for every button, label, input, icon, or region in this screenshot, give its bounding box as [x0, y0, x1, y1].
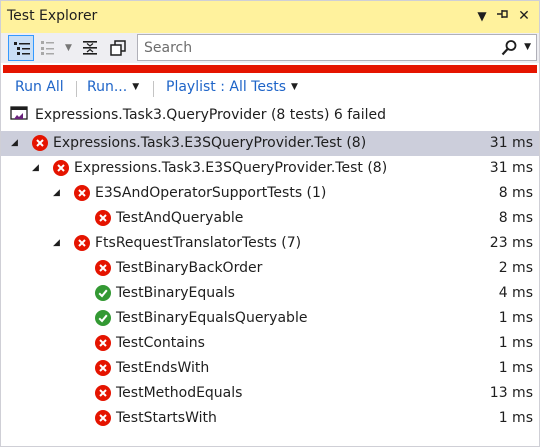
command-bar: Run All Run... ▼ Playlist : All Tests ▼: [1, 75, 539, 101]
test-duration: 13 ms: [489, 385, 533, 401]
test-name: Expressions.Task3.E3SQueryProvider.Test …: [53, 135, 367, 151]
test-summary: Expressions.Task3.QueryProvider (8 tests…: [1, 101, 539, 129]
copy-icon: [110, 40, 126, 56]
expand-arrow-icon[interactable]: ◢: [53, 188, 60, 198]
test-duration: 31 ms: [489, 135, 533, 151]
test-name: FtsRequestTranslatorTests (7): [95, 235, 302, 251]
expand-arrow-icon[interactable]: ◢: [11, 138, 18, 148]
test-duration: 2 ms: [498, 260, 533, 276]
tree-row[interactable]: ◢ E3SAndOperatorSupportTests (1) 8 ms: [1, 181, 539, 206]
test-duration: 8 ms: [498, 185, 533, 201]
failed-icon: [74, 185, 90, 201]
tree-row[interactable]: ◢ Expressions.Task3.E3SQueryProvider.Test…: [1, 156, 539, 181]
tree-row[interactable]: ◢ FtsRequestTranslatorTests (7) 23 ms: [1, 231, 539, 256]
test-duration: 1 ms: [498, 410, 533, 426]
window-title: Test Explorer: [7, 8, 98, 24]
search-icon[interactable]: [500, 39, 518, 61]
expand-arrow-icon[interactable]: ◢: [32, 163, 39, 173]
test-name: TestBinaryEqualsQueryable: [116, 310, 308, 326]
test-duration: 1 ms: [498, 360, 533, 376]
dropdown-arrow-icon[interactable]: ▼: [473, 7, 491, 25]
failed-icon: [32, 135, 48, 151]
search-input[interactable]: [142, 38, 486, 58]
chevron-down-icon: ▼: [132, 82, 140, 92]
passed-icon: [95, 310, 111, 326]
copy-button[interactable]: [105, 35, 131, 61]
playlist-label: Playlist : All Tests: [166, 79, 287, 95]
tree-row[interactable]: TestBinaryEquals 4 ms: [1, 281, 539, 306]
tree-row[interactable]: TestEndsWith 1 ms: [1, 356, 539, 381]
tree-row[interactable]: TestAndQueryable 8 ms: [1, 206, 539, 231]
run-link[interactable]: Run... ▼: [87, 79, 139, 95]
tree-row[interactable]: TestBinaryEqualsQueryable 1 ms: [1, 306, 539, 331]
test-duration: 8 ms: [498, 210, 533, 226]
test-name: TestStartsWith: [116, 410, 217, 426]
chevron-down-icon[interactable]: ▼: [65, 43, 72, 53]
title-bar: Test Explorer ▼ ✕: [1, 1, 539, 33]
group-by-class-icon: [41, 41, 54, 55]
expand-arrow-icon[interactable]: ◢: [53, 238, 60, 248]
failed-icon: [95, 210, 111, 226]
run-progress-bar: [3, 65, 537, 73]
tree-row[interactable]: ◢ Expressions.Task3.E3SQueryProvider.Test…: [1, 131, 539, 156]
test-name: TestEndsWith: [116, 360, 210, 376]
test-duration: 1 ms: [498, 310, 533, 326]
playlist-link[interactable]: Playlist : All Tests ▼: [166, 79, 298, 95]
test-name: TestBinaryEquals: [116, 285, 235, 301]
tree-row[interactable]: TestStartsWith 1 ms: [1, 406, 539, 431]
chevron-down-icon: ▼: [291, 82, 298, 92]
expand-collapse-button[interactable]: [77, 35, 103, 61]
separator: [76, 81, 77, 97]
test-name: TestBinaryBackOrder: [116, 260, 263, 276]
failed-icon: [95, 260, 111, 276]
expand-collapse-icon: [83, 41, 97, 55]
failed-icon: [95, 360, 111, 376]
test-name: TestContains: [116, 335, 205, 351]
summary-text: Expressions.Task3.QueryProvider (8 tests…: [35, 107, 387, 123]
failed-icon: [74, 235, 90, 251]
group-by-class-button[interactable]: [36, 35, 62, 61]
test-explorer-window: Test Explorer ▼ ✕ ▼ Search ▼ Run All Run…: [0, 0, 540, 447]
failed-icon: [53, 160, 69, 176]
passed-icon: [95, 285, 111, 301]
test-duration: 1 ms: [498, 335, 533, 351]
tree-row[interactable]: TestMethodEquals 13 ms: [1, 381, 539, 406]
pin-icon[interactable]: [494, 7, 512, 25]
failed-icon: [95, 335, 111, 351]
visual-studio-project-icon: [10, 106, 28, 126]
test-name: TestMethodEquals: [116, 385, 243, 401]
search-box: ▼: [137, 34, 537, 61]
test-duration: 4 ms: [498, 285, 533, 301]
search-options-arrow-icon[interactable]: ▼: [524, 42, 531, 52]
tree-row[interactable]: TestContains 1 ms: [1, 331, 539, 356]
test-name: TestAndQueryable: [116, 210, 244, 226]
close-icon[interactable]: ✕: [515, 7, 533, 25]
failed-icon: [95, 385, 111, 401]
run-link-label: Run...: [87, 79, 128, 95]
failed-icon: [95, 410, 111, 426]
test-duration: 31 ms: [489, 160, 533, 176]
group-by-button[interactable]: [8, 35, 34, 61]
test-name: E3SAndOperatorSupportTests (1): [95, 185, 327, 201]
separator: [153, 81, 154, 97]
tree-row[interactable]: TestBinaryBackOrder 2 ms: [1, 256, 539, 281]
test-duration: 23 ms: [489, 235, 533, 251]
group-by-icon: [14, 42, 30, 55]
run-all-link[interactable]: Run All: [15, 79, 64, 95]
test-name: Expressions.Task3.E3SQueryProvider.Test …: [74, 160, 388, 176]
